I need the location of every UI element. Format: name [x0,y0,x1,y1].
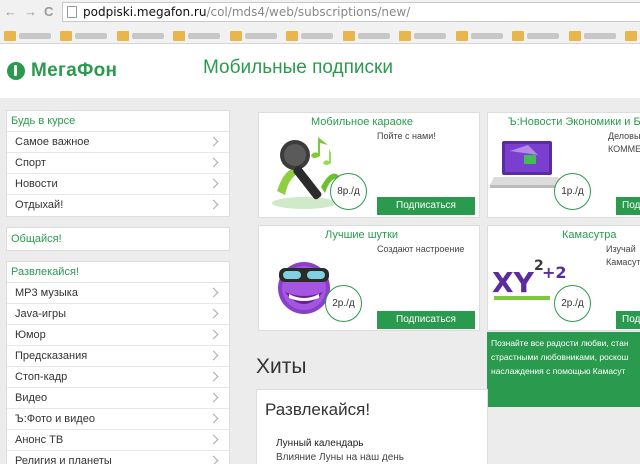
sidebar-item-news[interactable]: Новости [7,174,229,195]
card-title[interactable]: Мобильное караоке [311,116,413,128]
bookmark-item[interactable] [116,27,164,41]
sidebar-item-predictions[interactable]: Предсказания [7,346,229,367]
price-badge: 2р./д [325,285,362,322]
hits-heading: Хиты [256,355,307,378]
sidebar-item-important[interactable]: Самое важное [7,132,229,153]
folder-icon [568,30,581,41]
page-icon [67,6,77,18]
laptop-icon [490,141,562,188]
sidebar-item-mp3[interactable]: МР3 музыка [7,283,229,304]
folder-icon [229,30,242,41]
chevron-right-icon [208,350,219,361]
subscription-card-karaoke: Мобильное караоке Пойте с нами! 8р./д По… [258,112,480,218]
url-host: podpiski.megafon.ru [83,5,207,19]
browser-toolbar: ← → C podpiski.megafon.ru/col/mds4/web/s… [0,0,640,44]
card-description: Деловы КОММЕ [608,131,640,154]
subscribe-button[interactable]: Подп [616,311,640,329]
bookmark-item[interactable] [624,27,640,41]
chevron-right-icon [208,287,219,298]
hit-item-description: Влияние Луны на наш день [276,452,404,463]
chevron-right-icon [208,157,219,168]
bookmark-item[interactable] [4,27,51,41]
subscription-card-kamasutra: Камасутра ИзучайКамасут XY 2 +2x 2р./д П… [487,225,640,331]
hits-panel: Развлекайся! Лунный календарь Влияние Лу… [256,389,488,464]
sidebar-heading[interactable]: Развлекайся! [7,262,229,283]
reload-icon[interactable]: C [44,4,53,20]
bookmark-item[interactable] [342,27,390,41]
folder-icon [4,30,16,41]
folder-icon [173,30,186,41]
bookmark-item[interactable] [173,27,221,41]
sidebar-heading[interactable]: Общайся! [7,228,229,250]
price-badge: 8р./д [330,173,367,210]
sidebar-item-sport[interactable]: Спорт [7,153,229,174]
chevron-right-icon [208,434,219,445]
forward-icon[interactable]: → [24,4,37,20]
folder-icon [60,30,73,41]
bookmark-item[interactable] [60,27,108,41]
sidebar-item-tv-guide[interactable]: Анонс ТВ [7,430,229,451]
url-path: /col/mds4/web/subscriptions/new/ [206,5,411,19]
price-badge: 1р./д [554,173,591,210]
folder-icon [342,30,355,41]
subscription-card-jokes: Лучшие шутки Создают настроение 2р./д По… [258,225,480,331]
sidebar-heading[interactable]: Будь в курсе [7,111,229,132]
hit-item-title[interactable]: Лунный календарь [276,438,364,449]
subscribe-button[interactable]: Подписаться [377,311,475,329]
chevron-right-icon [208,136,219,147]
card-description: Создают настроение [377,244,465,254]
chevron-right-icon [208,455,219,464]
bookmarks-bar [0,25,640,43]
subscribe-button[interactable]: Подп [616,197,640,215]
sidebar-section-fun: Развлекайся! МР3 музыка Java-игры Юмор П… [6,261,230,464]
subscription-card-business-news: Ъ:Новости Экономики и Бизнеса ДеловыКОММ… [487,112,640,218]
card-title[interactable]: Камасутра [562,229,616,241]
chevron-right-icon [208,371,219,382]
sidebar-item-java-games[interactable]: Java-игры [7,304,229,325]
card-title[interactable]: Лучшие шутки [325,229,398,241]
panel-title: Развлекайся! [265,400,371,419]
bookmark-item[interactable] [512,27,560,41]
chevron-right-icon [208,308,219,319]
subscribe-button[interactable]: Подписаться [377,197,475,215]
promo-description: Познайте все радости любви, стан страстн… [487,332,640,407]
bookmark-item[interactable] [455,27,503,41]
sidebar-item-humor[interactable]: Юмор [7,325,229,346]
megafon-logo-icon[interactable] [7,62,25,80]
folder-icon [399,30,412,41]
address-bar[interactable]: podpiski.megafon.ru/col/mds4/web/subscri… [62,2,640,22]
chevron-right-icon [208,178,219,189]
logo-text[interactable]: МегаФон [31,60,117,82]
card-description: Изучай Камасут [606,244,640,267]
bookmark-item[interactable] [568,27,616,41]
folder-icon [455,30,468,41]
bookmark-item[interactable] [229,27,277,41]
card-description: Пойте с нами! [377,131,436,141]
chevron-right-icon [208,413,219,424]
price-badge: 2р./д [554,285,591,322]
svg-text:+2x: +2x [542,263,566,282]
folder-icon [512,30,525,41]
svg-text:XY: XY [492,266,535,299]
folder-icon [624,30,637,41]
sidebar-item-photo-video[interactable]: Ъ:Фото и видео [7,409,229,430]
folder-icon [116,30,129,41]
sidebar-section-chat: Общайся! [6,227,230,251]
sidebar-item-video[interactable]: Видео [7,388,229,409]
sidebar-item-relax[interactable]: Отдыхай! [7,195,229,216]
folder-icon [286,30,299,41]
chevron-right-icon [208,392,219,403]
page-title: Мобильные подписки [203,57,393,78]
bookmark-item[interactable] [399,27,447,41]
sidebar-section-news: Будь в курсе Самое важное Спорт Новости … [6,110,230,217]
back-icon[interactable]: ← [4,4,17,20]
sidebar-item-religion[interactable]: Религия и планеты [7,451,229,464]
sidebar-item-stop-frame[interactable]: Стоп-кадр [7,367,229,388]
bookmark-item[interactable] [286,27,334,41]
card-title[interactable]: Ъ:Новости Экономики и Бизнеса [508,116,640,128]
chevron-right-icon [208,199,219,210]
chevron-right-icon [208,329,219,340]
